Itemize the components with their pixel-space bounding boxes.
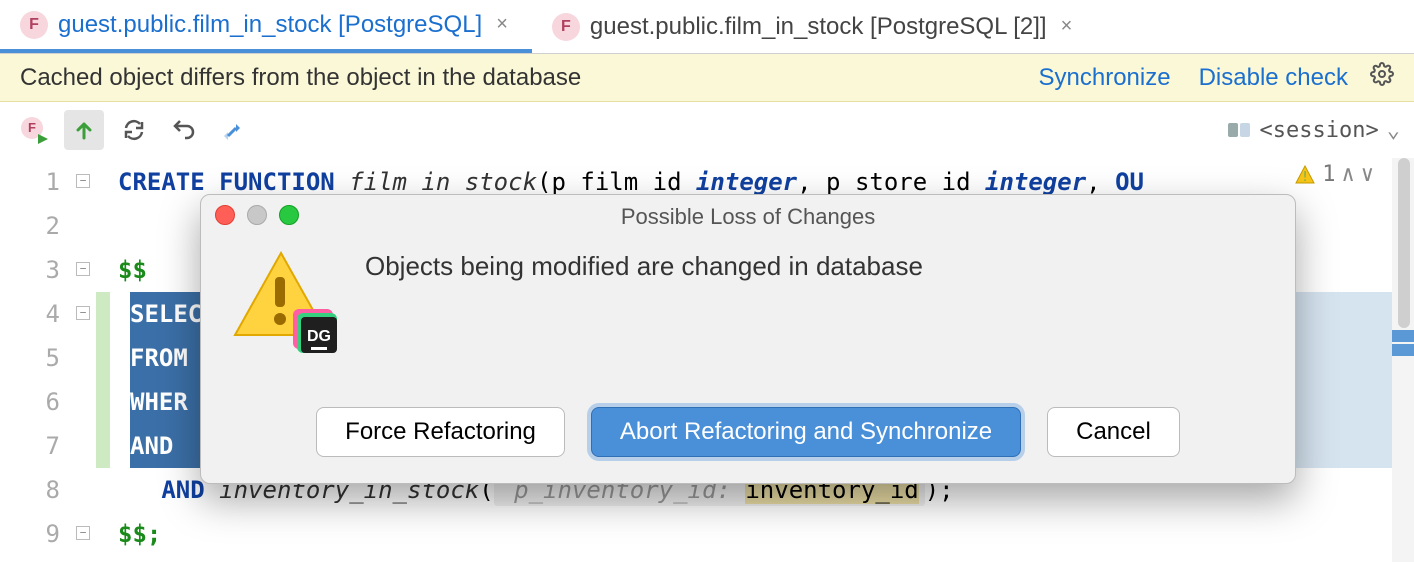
abort-and-synchronize-button[interactable]: Abort Refactoring and Synchronize <box>591 407 1021 457</box>
warning-icon: ! <box>1294 164 1316 186</box>
disable-check-link[interactable]: Disable check <box>1199 64 1348 92</box>
chevron-up-icon[interactable]: ∧ <box>1342 162 1355 187</box>
tab-file-2[interactable]: F guest.public.film_in_stock [PostgreSQL… <box>532 0 1096 53</box>
notification-banner: Cached object differs from the object in… <box>0 54 1414 102</box>
fold-icon[interactable]: − <box>76 262 90 276</box>
function-icon: F <box>552 13 580 41</box>
dialog-message: Objects being modified are changed in da… <box>365 247 923 357</box>
inspection-widget[interactable]: ! 1 ∧ ∨ <box>1294 162 1374 187</box>
run-function-button[interactable]: F <box>14 110 54 150</box>
fold-icon[interactable]: − <box>76 526 90 540</box>
close-icon[interactable]: × <box>492 13 512 36</box>
session-selector[interactable]: <session> ⌄ <box>1226 118 1400 143</box>
warning-count: 1 <box>1322 162 1335 187</box>
loss-of-changes-dialog: Possible Loss of Changes DG Objects bein… <box>200 194 1296 484</box>
dialog-buttons: Force Refactoring Abort Refactoring and … <box>201 407 1295 457</box>
banner-message: Cached object differs from the object in… <box>20 64 1011 92</box>
code-line: $$; <box>96 512 1414 556</box>
cancel-button[interactable]: Cancel <box>1047 407 1180 457</box>
synchronize-link[interactable]: Synchronize <box>1039 64 1171 92</box>
dialog-title: Possible Loss of Changes <box>621 204 875 230</box>
fold-icon[interactable]: − <box>76 174 90 188</box>
commit-button[interactable] <box>64 110 104 150</box>
refresh-button[interactable] <box>114 110 154 150</box>
close-window-button[interactable] <box>215 205 235 225</box>
svg-text:!: ! <box>1301 170 1309 185</box>
window-controls <box>215 205 299 225</box>
zoom-window-button[interactable] <box>279 205 299 225</box>
close-icon[interactable]: × <box>1057 15 1077 38</box>
tab-label: guest.public.film_in_stock [PostgreSQL [… <box>590 13 1047 41</box>
diff-button[interactable] <box>214 110 254 150</box>
tab-label: guest.public.film_in_stock [PostgreSQL] <box>58 11 482 39</box>
chevron-down-icon[interactable]: ∨ <box>1361 162 1374 187</box>
gear-icon[interactable] <box>1370 62 1394 93</box>
dialog-titlebar: Possible Loss of Changes <box>201 195 1295 239</box>
warning-icon: DG <box>231 247 341 357</box>
tab-file-1[interactable]: F guest.public.film_in_stock [PostgreSQL… <box>0 0 532 53</box>
editor-toolbar: F <session> ⌄ <box>0 102 1414 158</box>
svg-text:F: F <box>28 120 36 135</box>
rollback-button[interactable] <box>164 110 204 150</box>
session-label: <session> <box>1260 118 1379 143</box>
svg-text:DG: DG <box>307 328 331 345</box>
gutter: 1− 2 3− 4− 5 6 7 8 9− <box>0 158 96 562</box>
chevron-down-icon: ⌄ <box>1387 118 1400 143</box>
editor-tabs: F guest.public.film_in_stock [PostgreSQL… <box>0 0 1414 54</box>
fold-icon[interactable]: − <box>76 306 90 320</box>
function-icon: F <box>20 11 48 39</box>
minimize-window-button[interactable] <box>247 205 267 225</box>
force-refactoring-button[interactable]: Force Refactoring <box>316 407 565 457</box>
session-icon <box>1226 119 1252 141</box>
